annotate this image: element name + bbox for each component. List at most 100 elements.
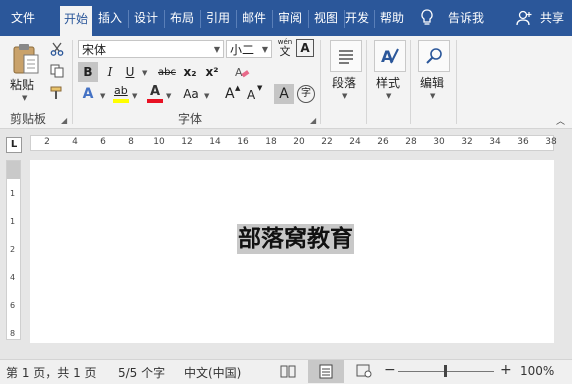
- status-bar: 第 1 页，共 1 页 5/5 个字 中文(中国) − + 100%: [0, 359, 572, 384]
- tab-separator: [308, 10, 309, 28]
- collapse-ribbon-icon[interactable]: ︿: [556, 114, 565, 127]
- clipboard-launcher-icon[interactable]: ◢: [61, 116, 67, 125]
- underline-dropdown-icon[interactable]: ▼: [142, 69, 147, 77]
- word-count[interactable]: 5/5 个字: [118, 364, 165, 381]
- font-name-dropdown-icon[interactable]: ▼: [214, 41, 220, 59]
- font-size-combo[interactable]: 小二 ▼: [226, 40, 272, 58]
- font-color-dropdown-icon[interactable]: ▼: [166, 92, 171, 100]
- ribbon-tab-bar: 文件 开始 插入 设计 布局 引用 邮件 审阅 视图 开发 帮助 告诉我 共享: [0, 0, 572, 36]
- print-layout-button[interactable]: [308, 360, 344, 383]
- zoom-slider-thumb[interactable]: [444, 365, 447, 377]
- svg-text:A: A: [381, 47, 394, 66]
- language-indicator[interactable]: 中文(中国): [184, 364, 241, 381]
- underline-button[interactable]: U: [120, 62, 140, 82]
- tab-separator: [374, 10, 375, 28]
- tab-view[interactable]: 视图: [310, 0, 342, 36]
- character-shading-button[interactable]: A: [274, 84, 294, 104]
- ribbon-home: 粘贴 ▼ 剪贴板 ◢ 宋体 ▼ 小二 ▼ wén 文 A B I U ▼ abc…: [0, 36, 572, 129]
- phonetic-guide-icon[interactable]: wén 文: [276, 38, 294, 58]
- tab-home[interactable]: 开始: [60, 6, 92, 36]
- tell-me-search[interactable]: 告诉我: [446, 0, 486, 36]
- tab-references[interactable]: 引用: [202, 0, 234, 36]
- shrink-font-button[interactable]: A ▼: [244, 84, 264, 104]
- tab-separator: [164, 10, 165, 28]
- paragraph-icon[interactable]: [330, 40, 362, 72]
- paste-dropdown-icon[interactable]: ▼: [22, 94, 27, 102]
- tab-help[interactable]: 帮助: [376, 0, 408, 36]
- editing-button[interactable]: 编辑: [420, 74, 444, 91]
- tab-mailings[interactable]: 邮件: [238, 0, 270, 36]
- web-layout-icon[interactable]: [356, 364, 372, 381]
- share-person-icon[interactable]: [516, 10, 532, 29]
- vertical-ruler-mark: 1: [10, 189, 16, 198]
- ruler-mark: 24: [349, 137, 361, 147]
- ruler-mark: 2: [44, 137, 50, 147]
- paste-icon[interactable]: [8, 40, 44, 78]
- ruler-mark: 18: [265, 137, 277, 147]
- tab-design[interactable]: 设计: [130, 0, 162, 36]
- find-magnifier-icon[interactable]: [418, 40, 450, 72]
- tab-developer[interactable]: 开发: [342, 0, 372, 36]
- document-page[interactable]: 部落窝教育: [30, 160, 554, 343]
- tab-file[interactable]: 文件: [4, 0, 42, 36]
- tab-review[interactable]: 审阅: [274, 0, 306, 36]
- bold-button[interactable]: B: [78, 62, 98, 82]
- highlight-dropdown-icon[interactable]: ▼: [132, 92, 137, 100]
- print-layout-icon: [319, 364, 333, 379]
- paragraph-button[interactable]: 段落: [332, 74, 356, 91]
- ruler-area: L 2 4 6 8 10 12 14 16 18 20 22 24 26 28 30 32 34 36 38: [0, 129, 572, 155]
- copy-icon[interactable]: [48, 62, 66, 80]
- font-launcher-icon[interactable]: ◢: [310, 116, 316, 125]
- tab-insert[interactable]: 插入: [94, 0, 126, 36]
- ruler-mark: 14: [209, 137, 221, 147]
- editing-dropdown-icon[interactable]: ▼: [430, 92, 435, 100]
- paragraph-dropdown-icon[interactable]: ▼: [342, 92, 347, 100]
- highlight-swatch: [113, 99, 129, 103]
- vertical-ruler-mark: 2: [10, 245, 16, 254]
- tell-me-lightbulb-icon[interactable]: [420, 9, 434, 30]
- styles-icon[interactable]: A: [374, 40, 406, 72]
- grow-font-glyph: A: [225, 86, 235, 102]
- zoom-level[interactable]: 100%: [520, 364, 554, 378]
- font-color-button[interactable]: A: [146, 84, 164, 104]
- highlight-color-button[interactable]: ab: [112, 84, 130, 104]
- ruler-mark: 26: [377, 137, 389, 147]
- ruler-mark: 34: [489, 137, 501, 147]
- zoom-out-button[interactable]: −: [384, 362, 396, 378]
- share-button[interactable]: 共享: [534, 0, 570, 36]
- italic-button[interactable]: I: [100, 62, 120, 82]
- character-border-icon[interactable]: A: [296, 39, 314, 57]
- horizontal-ruler[interactable]: 2 4 6 8 10 12 14 16 18 20 22 24 26 28 30 32 34 36 38: [30, 135, 557, 151]
- read-mode-icon[interactable]: [280, 364, 296, 381]
- format-painter-icon[interactable]: [48, 84, 66, 102]
- vertical-ruler[interactable]: 1 1 2 4 6 8: [6, 160, 21, 340]
- cut-icon[interactable]: [48, 40, 66, 58]
- subscript-button[interactable]: x₂: [180, 62, 200, 82]
- change-case-button[interactable]: Aa: [180, 84, 202, 104]
- paste-button[interactable]: 粘贴: [10, 76, 34, 93]
- text-effects-button[interactable]: A: [78, 84, 98, 104]
- tab-stop-selector[interactable]: L: [6, 137, 22, 153]
- styles-dropdown-icon[interactable]: ▼: [386, 92, 391, 100]
- styles-button[interactable]: 样式: [376, 74, 400, 91]
- ruler-mark: 10: [153, 137, 165, 147]
- strikethrough-button[interactable]: abc: [154, 62, 180, 82]
- change-case-dropdown-icon[interactable]: ▼: [204, 92, 209, 100]
- vertical-ruler-margin: [7, 161, 20, 179]
- document-text[interactable]: 部落窝教育: [237, 224, 354, 254]
- page-count[interactable]: 第 1 页，共 1 页: [6, 364, 97, 381]
- group-divider: [320, 40, 321, 124]
- clear-formatting-icon[interactable]: A: [232, 62, 252, 82]
- enclose-characters-button[interactable]: 字: [297, 85, 315, 103]
- grow-font-button[interactable]: A ▲: [222, 84, 242, 104]
- text-effects-dropdown-icon[interactable]: ▼: [100, 92, 105, 100]
- font-size-dropdown-icon[interactable]: ▼: [262, 41, 268, 59]
- vertical-ruler-mark: 4: [10, 273, 16, 282]
- ruler-mark: 16: [237, 137, 249, 147]
- font-name-combo[interactable]: 宋体 ▼: [78, 40, 224, 58]
- tab-layout[interactable]: 布局: [166, 0, 198, 36]
- tab-separator: [272, 10, 273, 28]
- superscript-button[interactable]: x²: [202, 62, 222, 82]
- zoom-in-button[interactable]: +: [500, 362, 512, 378]
- grow-arrow-icon: ▲: [235, 84, 241, 92]
